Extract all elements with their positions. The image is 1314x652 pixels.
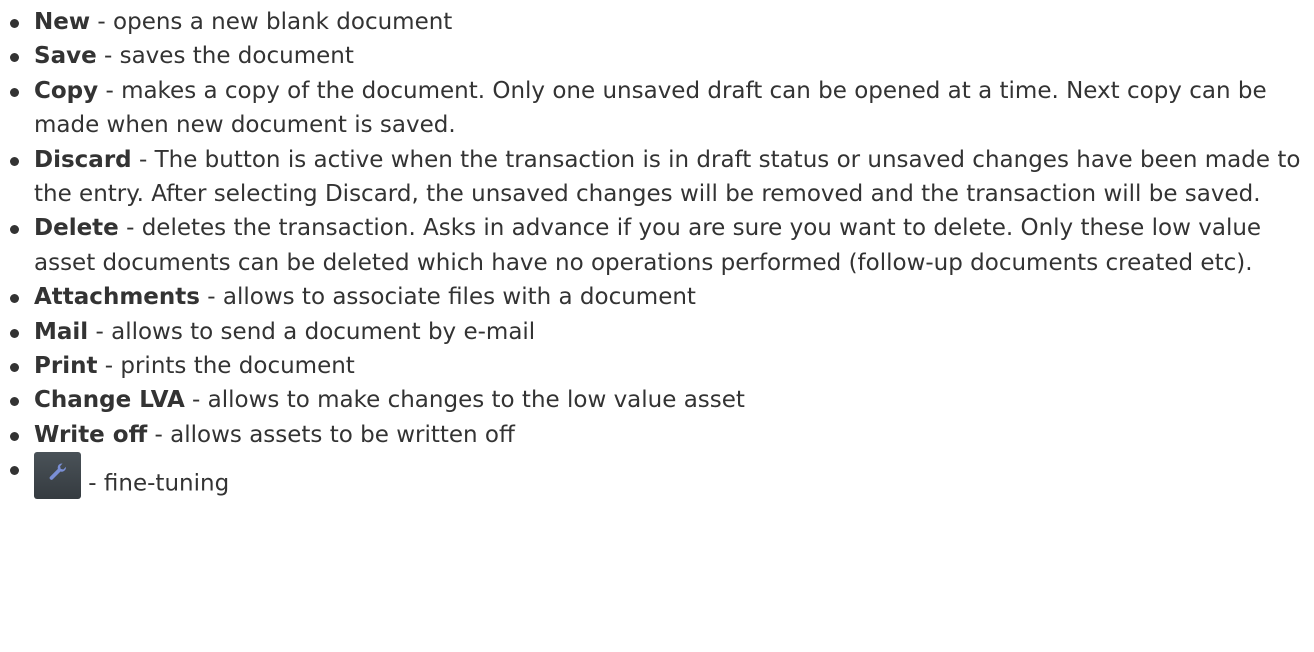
desc-attachments: allows to associate files with a documen… xyxy=(222,284,696,311)
term-print: Print xyxy=(34,353,98,380)
separator: - xyxy=(199,284,223,311)
wrench-glyph xyxy=(49,463,66,481)
list-item-change-lva: Change LVA - allows to make changes to t… xyxy=(10,383,1314,417)
separator: - xyxy=(147,421,171,448)
term-change-lva: Change LVA xyxy=(34,387,185,414)
desc-mail: allows to send a document by e-mail xyxy=(111,318,536,345)
separator: - xyxy=(81,470,104,497)
desc-write-off: allows assets to be written off xyxy=(170,421,515,448)
desc-new: opens a new blank document xyxy=(113,9,453,35)
term-mail: Mail xyxy=(34,318,89,345)
list-item-discard: Discard - The button is active when the … xyxy=(10,143,1314,212)
list-item-copy: Copy - makes a copy of the document. Onl… xyxy=(10,74,1314,143)
separator: - xyxy=(90,9,114,35)
list-item-new: New - opens a new blank document xyxy=(10,5,1314,39)
desc-fine-tuning: fine-tuning xyxy=(103,470,230,497)
list-item-mail: Mail - allows to send a document by e-ma… xyxy=(10,315,1314,349)
wrench-icon[interactable] xyxy=(34,452,81,500)
term-attachments: Attachments xyxy=(34,284,200,311)
term-new: New xyxy=(34,9,91,35)
term-delete: Delete xyxy=(34,215,119,242)
list-item-fine-tuning: - fine-tuning xyxy=(10,452,1314,501)
desc-copy: makes a copy of the document. Only one u… xyxy=(34,77,1267,139)
separator: - xyxy=(98,77,122,104)
separator: - xyxy=(131,146,155,173)
document-page: New - opens a new blank document Save - … xyxy=(0,0,1314,501)
separator: - xyxy=(118,215,142,242)
list-item-print: Print - prints the document xyxy=(10,349,1314,383)
separator: - xyxy=(96,43,120,70)
desc-print: prints the document xyxy=(120,353,355,380)
toolbar-buttons-list: New - opens a new blank document Save - … xyxy=(0,5,1314,501)
term-copy: Copy xyxy=(34,77,99,104)
desc-change-lva: allows to make changes to the low value … xyxy=(207,387,745,414)
desc-discard: The button is active when the transactio… xyxy=(34,146,1301,208)
term-save: Save xyxy=(34,43,97,70)
separator: - xyxy=(184,387,208,414)
list-item-delete: Delete - deletes the transaction. Asks i… xyxy=(10,211,1314,280)
desc-delete: deletes the transaction. Asks in advance… xyxy=(34,215,1262,276)
term-discard: Discard xyxy=(34,146,132,173)
separator: - xyxy=(88,318,112,345)
list-item-attachments: Attachments - allows to associate files … xyxy=(10,280,1314,314)
term-write-off: Write off xyxy=(34,421,148,448)
desc-save: saves the document xyxy=(119,43,354,70)
list-item-write-off: Write off - allows assets to be written … xyxy=(10,418,1314,452)
separator: - xyxy=(97,353,121,380)
list-item-save: Save - saves the document xyxy=(10,39,1314,73)
